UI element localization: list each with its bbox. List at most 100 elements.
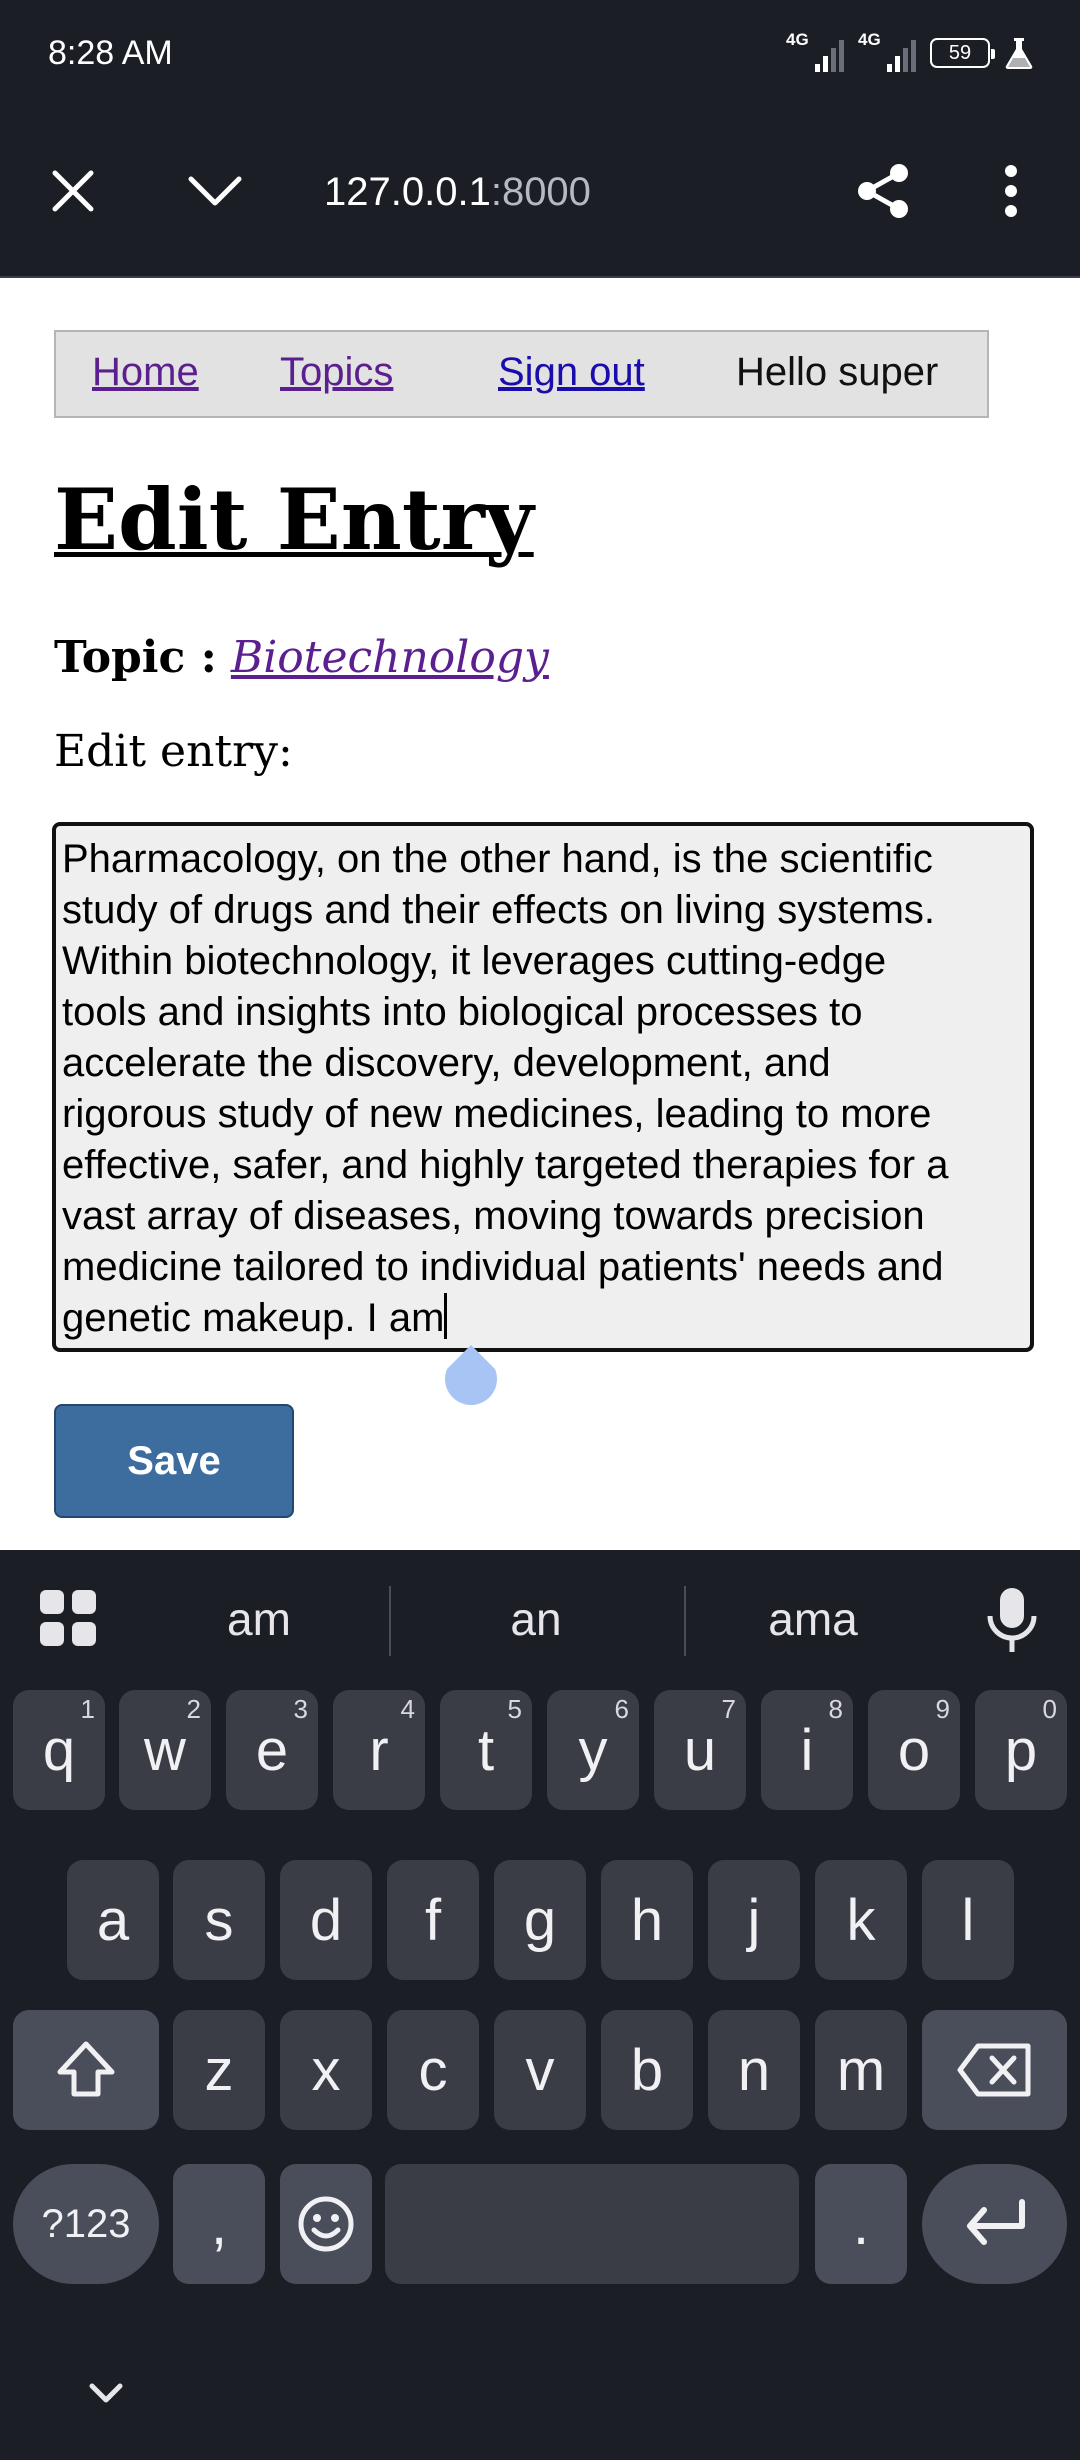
status-bar: 8:28 AM 4G 4G 59 xyxy=(0,0,1080,110)
key-label: u xyxy=(683,1717,717,1783)
signal-icon: 4G xyxy=(858,30,916,72)
nav-home-link[interactable]: Home xyxy=(92,350,199,395)
key-i[interactable]: i8 xyxy=(761,1690,853,1810)
key-y[interactable]: y6 xyxy=(547,1690,639,1810)
key-j[interactable]: j xyxy=(708,1860,800,1980)
greeting: Hello super xyxy=(736,350,939,394)
keyboard-hide-icon[interactable] xyxy=(84,2378,128,2408)
key-v[interactable]: v xyxy=(494,2010,586,2130)
topic-link[interactable]: Biotechnology xyxy=(231,632,549,683)
key-b[interactable]: b xyxy=(601,2010,693,2130)
close-icon xyxy=(52,170,94,212)
flask-icon xyxy=(1005,38,1033,70)
key-d[interactable]: d xyxy=(280,1860,372,1980)
backspace-key[interactable] xyxy=(922,2010,1067,2130)
key-r[interactable]: r4 xyxy=(333,1690,425,1810)
site-nav: Home Topics Sign out Hello super xyxy=(54,330,989,418)
key-label: q xyxy=(42,1717,76,1783)
shift-key[interactable] xyxy=(13,2010,159,2130)
shift-icon xyxy=(57,2041,115,2097)
cursor-handle-icon[interactable] xyxy=(441,1343,501,1407)
enter-icon xyxy=(966,2199,1025,2245)
key-label: y xyxy=(578,1717,608,1783)
key-q[interactable]: q1 xyxy=(13,1690,105,1810)
url-bar[interactable]: 127.0.0.1:8000 xyxy=(324,170,591,215)
share-icon xyxy=(858,164,908,218)
symbols-key[interactable]: ?123 xyxy=(13,2164,159,2284)
key-z[interactable]: z xyxy=(173,2010,265,2130)
close-tab-button[interactable] xyxy=(38,156,108,226)
comma-key[interactable]: , xyxy=(173,2164,265,2284)
textarea-text: Pharmacology, on the other hand, is the … xyxy=(62,837,949,1340)
chevron-down-icon xyxy=(188,176,242,206)
key-hint: 4 xyxy=(400,1694,415,1724)
signal-label: 4G xyxy=(858,30,881,49)
suggestion-divider xyxy=(389,1586,391,1656)
emoji-icon xyxy=(298,2196,354,2252)
backspace-icon xyxy=(957,2043,1030,2097)
key-c[interactable]: c xyxy=(387,2010,479,2130)
share-button[interactable] xyxy=(848,156,918,226)
key-l[interactable]: l xyxy=(922,1860,1014,1980)
key-g[interactable]: g xyxy=(494,1860,586,1980)
nav-topics-link[interactable]: Topics xyxy=(280,350,393,395)
key-label: r xyxy=(369,1717,389,1783)
key-label: e xyxy=(255,1717,289,1783)
space-key[interactable] xyxy=(385,2164,799,2284)
key-o[interactable]: o9 xyxy=(868,1690,960,1810)
apps-grid-icon[interactable] xyxy=(38,1588,98,1648)
status-icons: 4G 4G 59 xyxy=(786,30,1034,72)
key-hint: 3 xyxy=(293,1694,308,1724)
key-m[interactable]: m xyxy=(815,2010,907,2130)
microphone-icon[interactable] xyxy=(982,1586,1042,1654)
nav-sign-out-link[interactable]: Sign out xyxy=(498,350,645,395)
key-hint: 9 xyxy=(935,1694,950,1724)
entry-textarea[interactable]: Pharmacology, on the other hand, is the … xyxy=(52,822,1034,1352)
key-hint: 0 xyxy=(1042,1694,1057,1724)
menu-button[interactable] xyxy=(976,156,1046,226)
suggestion-item[interactable]: ama xyxy=(713,1592,913,1646)
textarea-content: Pharmacology, on the other hand, is the … xyxy=(62,834,1022,1344)
signal-label: 4G xyxy=(786,30,809,49)
key-label: p xyxy=(1004,1717,1038,1783)
key-hint: 5 xyxy=(507,1694,522,1724)
suggestion-item[interactable]: an xyxy=(436,1592,636,1646)
key-label: w xyxy=(144,1717,186,1783)
key-hint: 6 xyxy=(614,1694,629,1724)
edit-entry-label: Edit entry: xyxy=(54,726,293,777)
more-vert-icon xyxy=(1005,165,1017,217)
key-k[interactable]: k xyxy=(815,1860,907,1980)
suggestion-item[interactable]: am xyxy=(159,1592,359,1646)
key-n[interactable]: n xyxy=(708,2010,800,2130)
url-host: 127.0.0.1 xyxy=(324,170,491,214)
on-screen-keyboard: am an ama q1 w2 e3 r4 t5 y6 u7 i8 o9 p0 … xyxy=(0,1550,1080,2460)
key-p[interactable]: p0 xyxy=(975,1690,1067,1810)
url-port: :8000 xyxy=(490,170,591,214)
save-button[interactable]: Save xyxy=(54,1404,294,1518)
browser-toolbar: 127.0.0.1:8000 xyxy=(0,110,1080,278)
suggestion-divider xyxy=(684,1586,686,1656)
key-label: t xyxy=(477,1717,495,1783)
battery-icon: 59 xyxy=(930,38,995,68)
web-page: Home Topics Sign out Hello super Edit En… xyxy=(0,278,1080,1550)
suggestion-strip: am an ama xyxy=(0,1550,1080,1690)
key-label: o xyxy=(897,1717,931,1783)
key-t[interactable]: t5 xyxy=(440,1690,532,1810)
signal-icon: 4G xyxy=(786,30,844,72)
emoji-key[interactable] xyxy=(280,2164,372,2284)
key-f[interactable]: f xyxy=(387,1860,479,1980)
key-hint: 7 xyxy=(721,1694,736,1724)
key-u[interactable]: u7 xyxy=(654,1690,746,1810)
text-cursor xyxy=(444,1293,448,1339)
key-e[interactable]: e3 xyxy=(226,1690,318,1810)
key-x[interactable]: x xyxy=(280,2010,372,2130)
enter-key[interactable] xyxy=(922,2164,1067,2284)
key-a[interactable]: a xyxy=(67,1860,159,1980)
key-w[interactable]: w2 xyxy=(119,1690,211,1810)
period-key[interactable]: . xyxy=(815,2164,907,2284)
key-hint: 2 xyxy=(186,1694,201,1724)
status-time: 8:28 AM xyxy=(48,34,173,72)
key-s[interactable]: s xyxy=(173,1860,265,1980)
minimize-button[interactable] xyxy=(180,156,250,226)
key-h[interactable]: h xyxy=(601,1860,693,1980)
